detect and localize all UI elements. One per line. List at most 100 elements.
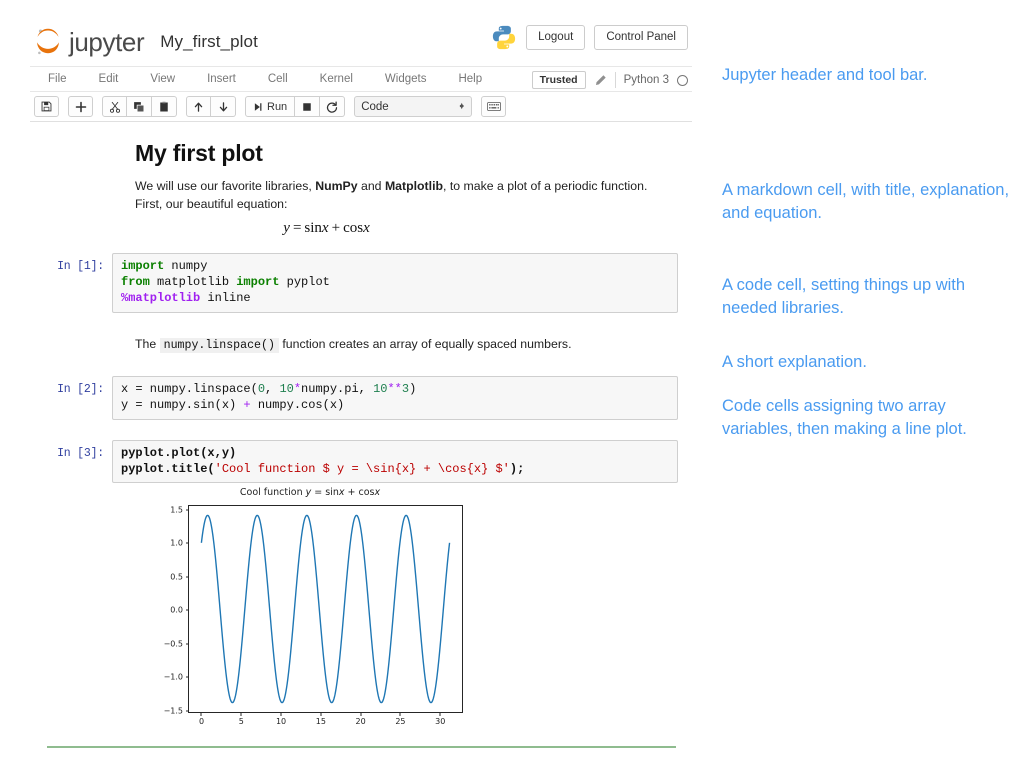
chart-xtick-mark [320, 712, 321, 716]
paste-cells-button[interactable] [152, 96, 177, 117]
trusted-badge[interactable]: Trusted [532, 71, 586, 90]
cut-cells-button[interactable] [102, 96, 127, 117]
cell-output-area: Cool function y = sinx + cosx −1.5−1.0−0… [112, 487, 692, 732]
header-right-controls: Logout Control Panel [491, 24, 688, 51]
matplotlib-figure: Cool function y = sinx + cosx −1.5−1.0−0… [135, 487, 485, 732]
save-button[interactable] [34, 96, 59, 117]
cell-output-row: Cool function y = sinx + cosx −1.5−1.0−0… [30, 487, 692, 732]
code-token: * [294, 382, 301, 396]
menu-widgets[interactable]: Widgets [369, 66, 443, 92]
code-cell-2[interactable]: In [2]: x = numpy.linspace(0, 10*numpy.p… [30, 376, 692, 420]
chart-xtick-label: 25 [395, 717, 405, 726]
code-cell-3[interactable]: In [3]: pyplot.plot(x,y) pyplot.title('C… [30, 440, 692, 484]
control-panel-button[interactable]: Control Panel [594, 25, 688, 51]
chart-xtick-mark [440, 712, 441, 716]
code-cell-1[interactable]: In [1]: import numpy from matplotlib imp… [30, 253, 692, 312]
code-token: 'Cool function $ y = \sin{x} + \cos{x} $… [215, 462, 510, 476]
menu-view[interactable]: View [134, 66, 191, 92]
annotation-explanation: A short explanation. [722, 351, 1012, 374]
notebook-name[interactable]: My_first_plot [160, 32, 258, 52]
selected-cell-indicator [47, 746, 676, 748]
equation-x1: x [322, 220, 329, 236]
code-token: inline [200, 291, 250, 305]
toolbar-group-edit [102, 96, 177, 117]
chart-title-plus: + [345, 487, 359, 498]
code-editor-2[interactable]: x = numpy.linspace(0, 10*numpy.pi, 10**3… [112, 376, 678, 420]
menu-help[interactable]: Help [442, 66, 498, 92]
move-cell-up-button[interactable] [186, 96, 211, 117]
code-token: ) [409, 382, 416, 396]
menu-cell[interactable]: Cell [252, 66, 304, 92]
run-cell-button[interactable]: Run [245, 96, 295, 117]
notebook-toolbar: Run Code ▲▼ [30, 92, 692, 122]
explanation-inline-code: numpy.linspace() [160, 338, 279, 353]
chart-xtick-label: 0 [199, 717, 204, 726]
copy-cells-button[interactable] [127, 96, 152, 117]
cell-type-value: Code [361, 101, 389, 113]
chart-title: Cool function y = sinx + cosx [135, 487, 485, 498]
chart-xtick-label: 5 [239, 717, 244, 726]
code-token: 10 [373, 382, 387, 396]
command-palette-button[interactable] [481, 96, 506, 117]
toolbar-group-palette [481, 96, 506, 117]
run-button-label: Run [267, 101, 287, 113]
menu-kernel[interactable]: Kernel [304, 66, 369, 92]
equation-y: y [283, 220, 290, 236]
cell-type-select[interactable]: Code ▲▼ [354, 96, 472, 117]
chart-ytick-label: −0.5 [164, 639, 183, 648]
divider [615, 72, 616, 88]
markdown-paragraph: We will use our favorite libraries, NumP… [135, 177, 663, 213]
chart-ytick-label: 1.5 [170, 506, 183, 515]
chart-xtick-label: 10 [276, 717, 286, 726]
equation-plus: + [329, 220, 343, 236]
code-token: import [121, 259, 164, 273]
jupyter-notebook-pane: jupyter My_first_plot Logout Control Pan… [30, 18, 692, 760]
annotation-header-toolbar: Jupyter header and tool bar. [722, 64, 1012, 87]
menu-edit[interactable]: Edit [83, 66, 135, 92]
menu-insert[interactable]: Insert [191, 66, 252, 92]
menu-file[interactable]: File [30, 66, 83, 92]
chart-ytick-mark [186, 543, 190, 544]
logout-button[interactable]: Logout [526, 25, 585, 51]
code-token: numpy.cos(x) [251, 398, 345, 412]
code-editor-1[interactable]: import numpy from matplotlib import pypl… [112, 253, 678, 312]
code-token: 10 [279, 382, 293, 396]
code-token: 3 [402, 382, 409, 396]
markdown-cell-explanation[interactable]: The numpy.linspace() function creates an… [30, 335, 692, 354]
code-token: y = numpy.sin(x) [121, 398, 243, 412]
toolbar-group-add [68, 96, 93, 117]
chart-ytick-label: 1.0 [170, 539, 183, 548]
annotation-markdown-cell: A markdown cell, with title, explanation… [722, 179, 1012, 226]
chart-xtick-mark [360, 712, 361, 716]
pencil-icon[interactable] [594, 74, 607, 87]
chart-xtick-mark [400, 712, 401, 716]
cell-prompt-2: In [2]: [30, 376, 112, 420]
notebook-cell-container: My first plot We will use our favorite l… [30, 122, 692, 732]
markdown-text-pre: We will use our favorite libraries, [135, 179, 315, 193]
chart-ytick-mark [186, 677, 190, 678]
chart-ytick-mark [186, 710, 190, 711]
jupyter-brand[interactable]: jupyter [34, 27, 144, 57]
equation-sin: sin [304, 220, 322, 236]
chart-title-eq: = [311, 487, 325, 498]
chart-xtick-label: 15 [316, 717, 326, 726]
insert-cell-below-button[interactable] [68, 96, 93, 117]
interrupt-kernel-button[interactable] [295, 96, 320, 117]
menu-bar-status: Trusted Python 3 [532, 67, 688, 93]
kernel-name-label: Python 3 [624, 74, 669, 86]
explanation-pre: The [135, 337, 160, 351]
code-token: pyplot.title( [121, 462, 215, 476]
markdown-cell-intro[interactable]: My first plot We will use our favorite l… [30, 140, 692, 237]
chart-xtick-label: 20 [356, 717, 366, 726]
move-cell-down-button[interactable] [211, 96, 236, 117]
restart-kernel-button[interactable] [320, 96, 345, 117]
cell-prompt-1: In [1]: [30, 253, 112, 312]
chart-xtick-label: 30 [435, 717, 445, 726]
chart-ytick-mark [186, 643, 190, 644]
chart-title-prefix: Cool function [240, 487, 306, 498]
markdown-bold-numpy: NumPy [315, 179, 357, 193]
menu-bar: File Edit View Insert Cell Kernel Widget… [30, 66, 692, 92]
annotation-code-cell: A code cell, setting things up with need… [722, 274, 1012, 321]
code-editor-3[interactable]: pyplot.plot(x,y) pyplot.title('Cool func… [112, 440, 678, 484]
chart-ytick-label: 0.0 [170, 606, 183, 615]
